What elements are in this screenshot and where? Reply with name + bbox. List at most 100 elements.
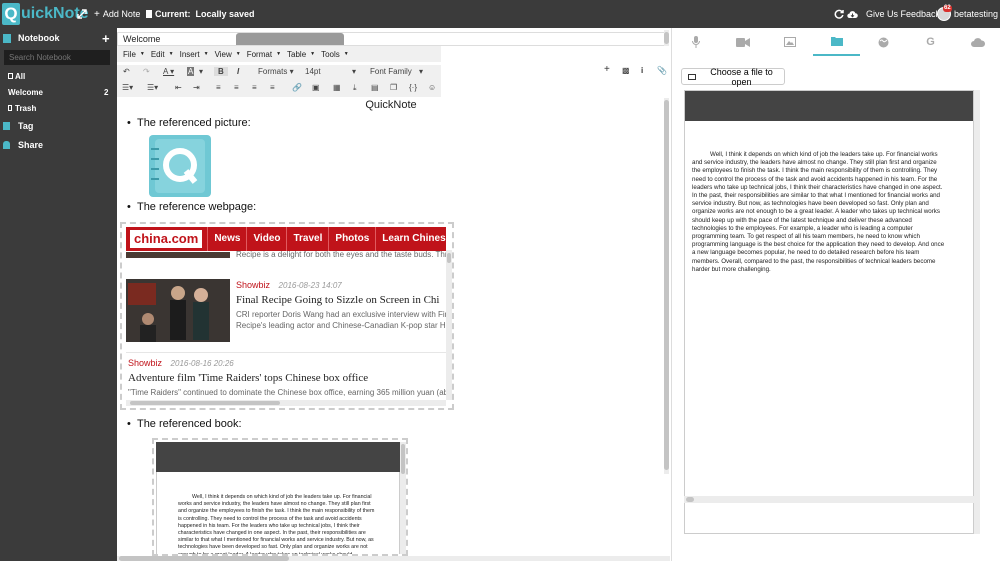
article-summary: CRI reporter Doris Wang had an exclusive… [236, 310, 446, 319]
editor-scrollbar[interactable] [664, 98, 669, 474]
align-left-icon[interactable]: ≡ [216, 83, 221, 92]
source-code-icon[interactable]: {·} [409, 83, 417, 92]
referenced-picture[interactable] [149, 135, 211, 197]
sidebar-item-all[interactable]: All [0, 70, 117, 82]
menu-file[interactable]: File [123, 50, 136, 59]
menu-insert[interactable]: Insert [180, 50, 200, 59]
cloud-download-icon[interactable] [847, 0, 858, 28]
menu-format[interactable]: Format [247, 50, 272, 59]
folder-icon[interactable] [813, 28, 860, 56]
bullet-list-icon[interactable]: ☰▾ [122, 83, 133, 92]
article-title[interactable]: Adventure film 'Time Raiders' tops Chine… [128, 372, 446, 384]
current-value: Locally saved [195, 9, 255, 19]
notification-badge: 62 [943, 5, 952, 12]
article-thumbnail[interactable] [126, 279, 230, 342]
microphone-icon[interactable] [672, 28, 719, 56]
app-logo[interactable]: Q uickNote [2, 2, 89, 26]
redo-icon[interactable]: ↷ [143, 67, 150, 76]
viewer-hscrollbar[interactable] [684, 496, 980, 503]
document-viewer[interactable]: Well, I think it depends on which kind o… [684, 90, 974, 534]
article-thumbnail-top [126, 252, 230, 258]
choose-file-label: Choose a file to open [710, 66, 773, 87]
attachment-icon[interactable]: 📎 [657, 66, 667, 75]
highlight-dropdown-icon[interactable]: ▾ [199, 67, 203, 76]
emoticon-icon[interactable]: ☺ [428, 83, 436, 92]
nav-photos[interactable]: Photos [328, 227, 375, 251]
webpage-label: The reference webpage: [136, 201, 257, 213]
sidebar-item-count: 2 [104, 87, 109, 97]
article-category[interactable]: Showbiz [236, 280, 270, 290]
align-center-icon[interactable]: ≡ [234, 83, 239, 92]
user-menu[interactable]: 62 betatesting ▼ [937, 0, 1000, 28]
italic-button[interactable]: I [237, 67, 239, 76]
cloud-icon[interactable] [954, 28, 1000, 56]
font-size-caret-icon[interactable]: ▾ [352, 67, 356, 76]
formatting-toolbar-1: ↶ ↷ A ▾ A ▾ B I Formats ▾ 14pt ▾ Font Fa… [117, 65, 441, 81]
nav-travel[interactable]: Travel [286, 227, 328, 251]
note-tab[interactable] [236, 33, 344, 45]
nav-news[interactable]: News [207, 227, 246, 251]
book-scrollbar[interactable] [400, 442, 406, 554]
notebook-icon [3, 33, 11, 43]
info-icon[interactable]: i [641, 66, 643, 75]
add-notebook-icon[interactable]: + [102, 31, 110, 46]
menu-edit[interactable]: Edit [151, 50, 165, 59]
notebook-header[interactable]: Notebook + [0, 31, 117, 46]
menu-view[interactable]: View [215, 50, 232, 59]
font-family-caret-icon[interactable]: ▾ [419, 67, 423, 76]
numbered-list-icon[interactable]: ☰▾ [147, 83, 158, 92]
feedback-link[interactable]: Give Us Feedback [866, 0, 940, 28]
nav-learn-chinese[interactable]: Learn Chinese [375, 227, 446, 251]
picture-icon[interactable] [766, 28, 813, 56]
font-family-dropdown[interactable]: Font Family [370, 67, 412, 76]
google-icon[interactable]: G [907, 28, 954, 56]
sidebar-item-share[interactable]: Share [0, 138, 117, 151]
book-text: Well, I think it depends on which kind o… [178, 494, 375, 556]
page-break-icon[interactable]: ▤ [371, 83, 379, 92]
menu-tools[interactable]: Tools [321, 50, 340, 59]
referenced-book[interactable]: Well, I think it depends on which kind o… [152, 438, 408, 556]
webpage-hscrollbar[interactable] [126, 400, 446, 406]
align-justify-icon[interactable]: ≡ [270, 83, 275, 92]
referenced-webpage[interactable]: china.com News Video Travel Photos Learn… [120, 222, 454, 410]
china-com-logo[interactable]: china.com [130, 230, 203, 248]
download-icon[interactable]: ⤓ [353, 83, 357, 93]
article-divider [126, 352, 446, 353]
align-right-icon[interactable]: ≡ [252, 83, 257, 92]
link-icon[interactable]: 🔗 [292, 83, 302, 92]
sidebar-item-welcome[interactable]: Welcome 2 [0, 86, 117, 98]
expand-icon[interactable] [77, 0, 87, 28]
globe-icon[interactable] [860, 28, 907, 56]
nav-video[interactable]: Video [246, 227, 286, 251]
sidebar-item-trash[interactable]: Trash [0, 102, 117, 114]
article-snippet: Recipe is a delight for both the eyes an… [236, 250, 446, 259]
refresh-icon[interactable] [834, 0, 844, 28]
text-color-icon[interactable]: A ▾ [163, 67, 174, 76]
menu-table[interactable]: Table [287, 50, 306, 59]
title-scrollbar[interactable] [664, 30, 669, 46]
outdent-icon[interactable]: ⇤ [175, 83, 182, 92]
media-icon[interactable]: ▦ [333, 83, 341, 92]
font-size-dropdown[interactable]: 14pt [305, 67, 321, 76]
save-icon[interactable]: ▩ [622, 66, 630, 75]
note-title-input[interactable]: Welcome [117, 32, 665, 46]
image-icon[interactable]: ▣ [312, 83, 320, 92]
sidebar-item-tag[interactable]: Tag [0, 119, 117, 132]
bold-button[interactable]: B [214, 67, 228, 76]
add-icon[interactable]: + [604, 64, 610, 75]
indent-icon[interactable]: ⇥ [193, 83, 200, 92]
formats-label: Formats [258, 67, 288, 76]
highlight-color-icon[interactable]: A [187, 67, 195, 76]
add-note-button[interactable]: + Add Note [94, 0, 140, 28]
article-category[interactable]: Showbiz [128, 358, 162, 368]
video-camera-icon[interactable] [719, 28, 766, 56]
webpage-scrollbar[interactable] [446, 250, 452, 400]
formats-dropdown[interactable]: Formats ▾ [258, 67, 294, 76]
search-notebook-input[interactable] [4, 50, 110, 65]
choose-file-button[interactable]: Choose a file to open [681, 66, 785, 87]
copy-icon[interactable]: ❐ [390, 83, 397, 92]
editor-hscrollbar[interactable] [117, 556, 670, 561]
undo-icon[interactable]: ↶ [123, 67, 130, 76]
viewer-scrollbar[interactable] [974, 90, 980, 534]
article-title[interactable]: Final Recipe Going to Sizzle on Screen i… [236, 294, 446, 306]
